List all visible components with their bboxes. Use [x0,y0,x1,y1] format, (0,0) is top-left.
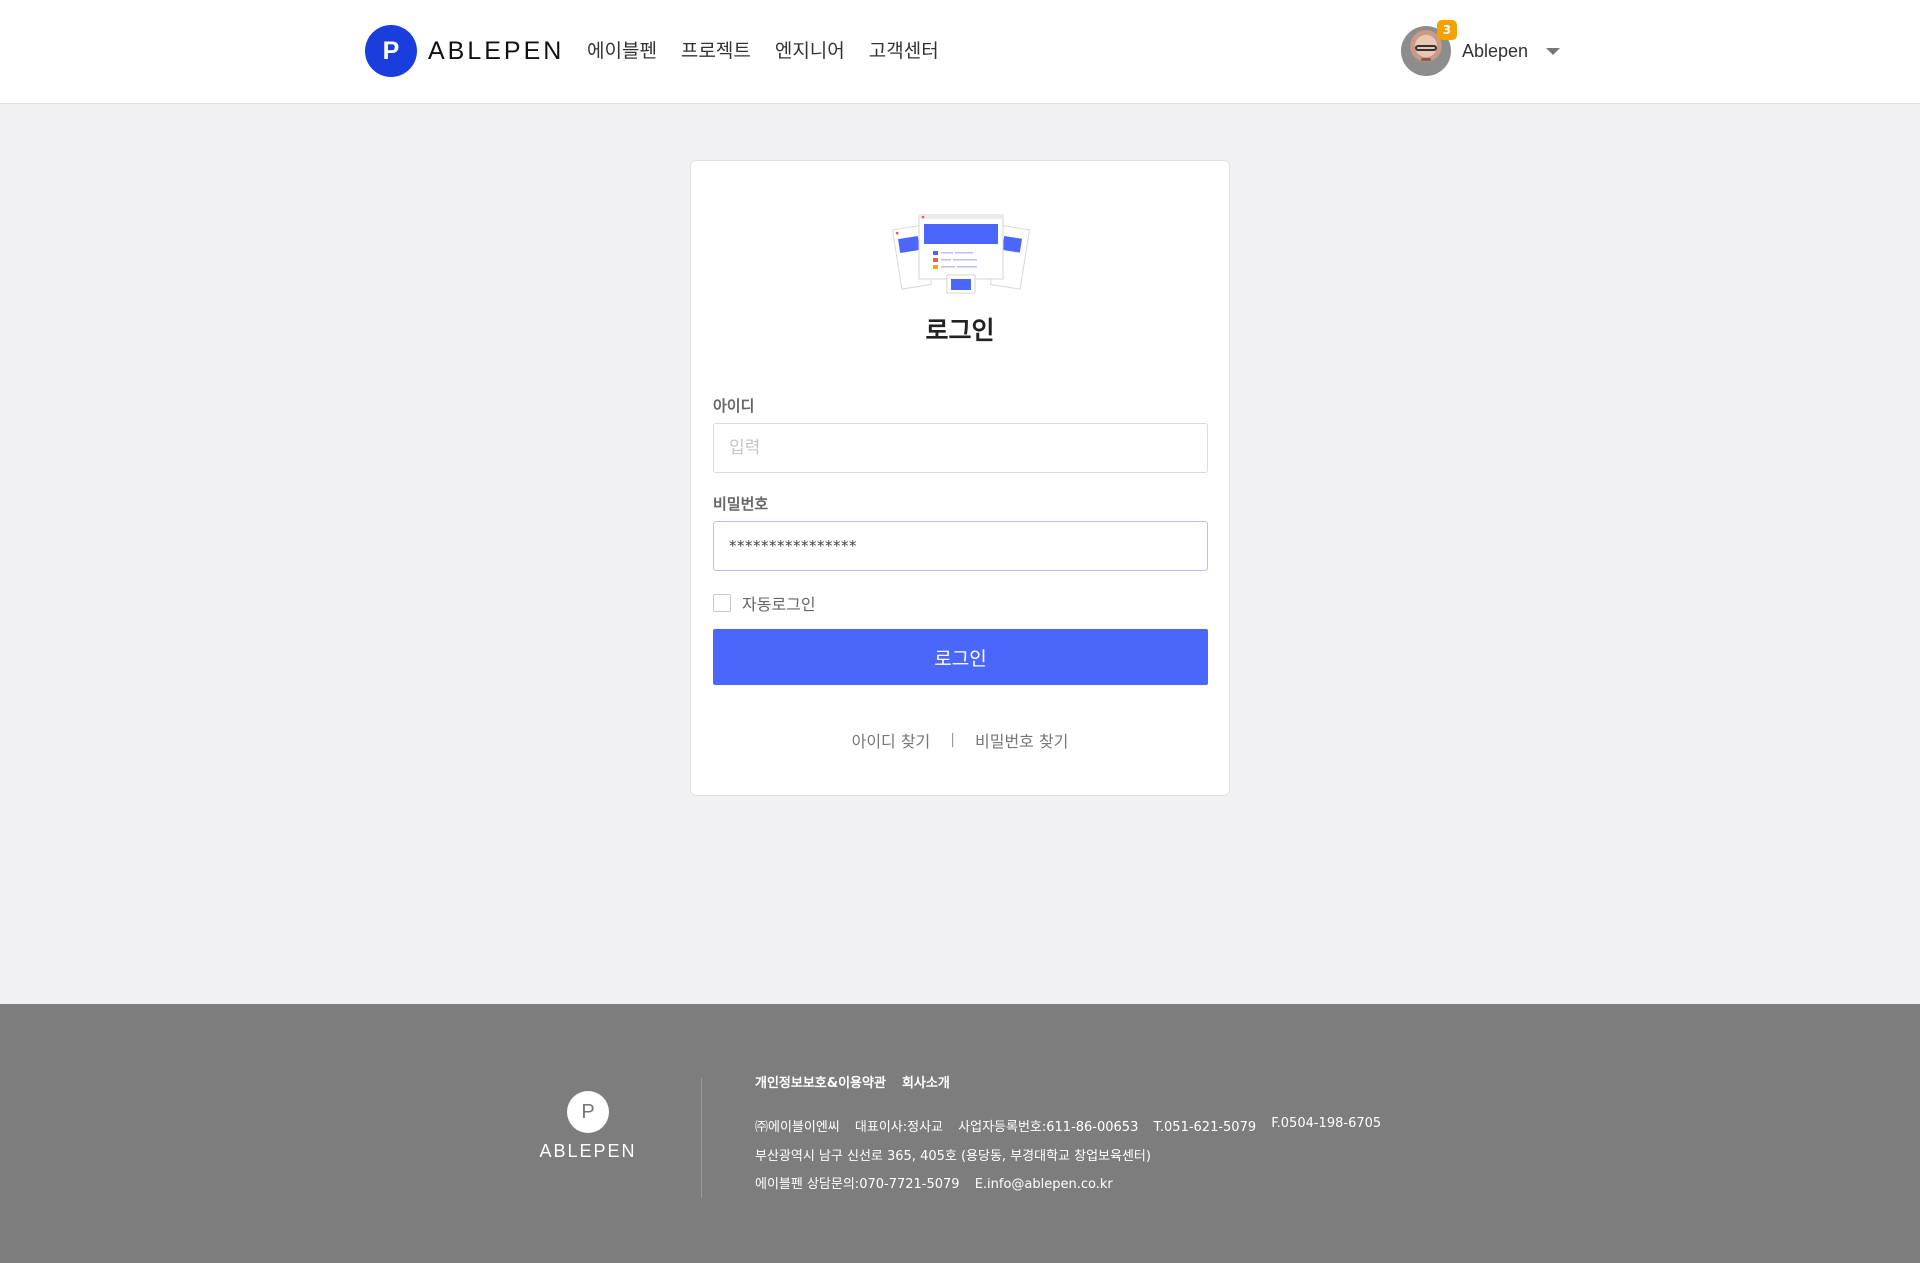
footer-biz-no: 사업자등록번호:611-86-00653 [958,1120,1139,1135]
brand-logo[interactable]: P ABLEPEN [365,25,564,77]
find-password-link[interactable]: 비밀번호 찾기 [975,728,1068,752]
avatar-mouth [1420,58,1431,61]
login-illustration-icon [891,214,1031,294]
footer-contact: 에이블펜 상담문의:070-7721-5079 [755,1177,960,1192]
site-footer: P ABLEPEN 개인정보보호&이용약관 회사소개 ㈜에이블이엔씨 대표이사:… [0,1004,1920,1263]
user-menu[interactable]: 3 Ablepen [1400,20,1560,77]
nav-item-support[interactable]: 고객센터 [869,36,939,63]
avatar[interactable]: 3 [1400,20,1457,76]
caret-down-icon[interactable] [1546,47,1560,55]
auto-login-checkbox[interactable] [713,594,731,612]
find-id-link[interactable]: 아이디 찾기 [852,728,931,752]
password-label: 비밀번호 [713,495,769,513]
password-input[interactable] [713,521,1208,571]
footer-logo-mark: P [567,1091,609,1133]
link-separator: | [950,732,955,748]
footer-fax: F.0504-198-6705 [1271,1116,1382,1131]
footer-links: 개인정보보호&이용약관 회사소개 [755,1072,950,1091]
nav-item-projects[interactable]: 프로젝트 [681,36,751,63]
footer-address: 부산광역시 남구 신선로 365, 405호 (용당동, 부경대학교 창업보육센… [755,1149,1151,1164]
user-name: Ablepen [1461,40,1528,61]
footer-email[interactable]: E.info@ablepen.co.kr [975,1177,1113,1192]
id-input[interactable] [713,423,1208,473]
nav-item-ablepen[interactable]: 에이블펜 [587,36,657,63]
site-header: P ABLEPEN 에이블펜 프로젝트 엔지니어 고객센터 3 Ablepen [0,0,1920,104]
notification-badge: 3 [1436,20,1457,40]
avatar-glasses [1414,45,1437,51]
find-links: 아이디 찾기 | 비밀번호 찾기 [691,728,1229,752]
footer-tel: T.051-621-5079 [1153,1120,1257,1135]
company-intro-link[interactable]: 회사소개 [902,1072,950,1091]
footer-company: ㈜에이블이엔씨 [755,1120,840,1135]
main-nav: 에이블펜 프로젝트 엔지니어 고객센터 [587,36,939,63]
footer-ceo: 대표이사:정사교 [854,1120,944,1135]
footer-logo-text: ABLEPEN [539,1141,637,1161]
id-label: 아이디 [713,397,755,415]
logo-mark: P [365,25,417,77]
auto-login-label: 자동로그인 [742,595,816,614]
footer-logo: P ABLEPEN [533,1091,643,1162]
auto-login-toggle[interactable]: 자동로그인 [713,591,816,615]
nav-item-engineers[interactable]: 엔지니어 [775,36,845,63]
footer-divider [701,1078,702,1198]
footer-company-info: ㈜에이블이엔씨 대표이사:정사교 사업자등록번호:611-86-00653 T.… [755,1116,1392,1135]
logo-text: ABLEPEN [428,36,565,65]
privacy-terms-link[interactable]: 개인정보보호&이용약관 [755,1072,886,1091]
login-button[interactable]: 로그인 [713,629,1208,685]
login-title: 로그인 [925,316,995,345]
login-card: 로그인 아이디 비밀번호 자동로그인 로그인 아이디 찾기 | 비밀번호 찾기 [690,160,1230,796]
footer-contact-info: 에이블펜 상담문의:070-7721-5079 E.info@ablepen.c… [755,1173,1124,1192]
